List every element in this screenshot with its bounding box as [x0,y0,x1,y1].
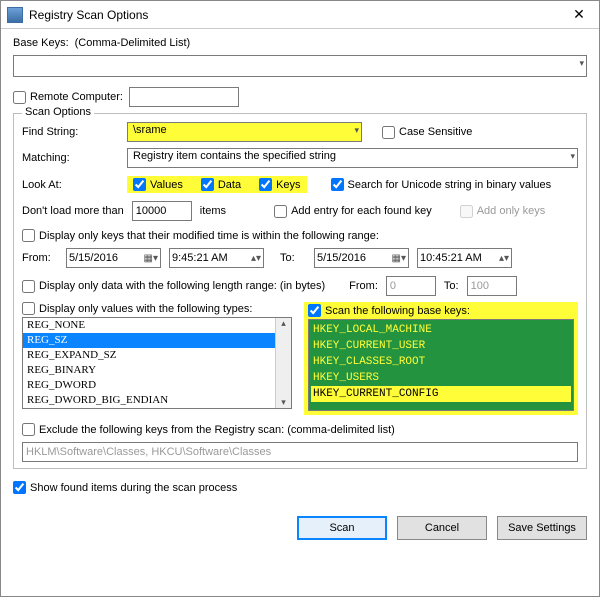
length-from-input [386,276,436,296]
chevron-down-icon: ▾ [354,125,359,136]
down-arrow-icon: ▾ [281,397,286,408]
type-filter-item[interactable]: REG_SZ [23,333,291,348]
look-at-values-checkbox[interactable]: Values [133,178,183,191]
scan-options-legend: Scan Options [22,106,94,118]
scan-options-group: Scan Options Find String: \srame ▾ Case … [13,113,587,469]
unicode-search-checkbox[interactable]: Search for Unicode string in binary valu… [331,178,552,191]
base-key-item[interactable]: HKEY_CURRENT_USER [311,338,571,354]
dont-load-input[interactable] [132,201,192,221]
length-range-checkbox[interactable]: Display only data with the following len… [22,280,325,293]
time-to-label: To: [280,252,306,264]
type-filter-list[interactable]: REG_NONEREG_SZREG_EXPAND_SZREG_BINARYREG… [22,317,292,409]
length-to-input [467,276,517,296]
type-filter-item[interactable]: REG_DWORD_BIG_ENDIAN [23,393,291,408]
base-key-item[interactable]: HKEY_USERS [311,370,571,386]
exclude-checkbox[interactable]: Exclude the following keys from the Regi… [22,423,395,436]
scan-base-keys-checkbox[interactable]: Scan the following base keys: [308,304,574,317]
exclude-input [22,442,578,462]
dont-load-suffix: items [200,205,226,217]
time-from-date[interactable]: 5/15/2016▦▾ [66,248,161,268]
type-filter-checkbox[interactable]: Display only values with the following t… [22,302,292,315]
look-at-label: Look At: [22,179,117,191]
scrollbar[interactable]: ▴▾ [275,318,291,408]
remote-computer-label: Remote Computer: [30,91,123,103]
case-sensitive-checkbox[interactable]: Case Sensitive [382,126,472,139]
show-found-checkbox[interactable]: Show found items during the scan process [13,481,237,494]
find-string-value: \srame [131,124,167,136]
type-filter-item[interactable]: REG_BINARY [23,363,291,378]
time-to-time[interactable]: 10:45:21 AM▴▾ [417,248,512,268]
chevron-down-icon: ▾ [579,58,584,69]
type-filter-item[interactable]: REG_NONE [23,318,291,333]
type-filter-item[interactable]: REG_EXPAND_SZ [23,348,291,363]
save-settings-button[interactable]: Save Settings [497,516,587,540]
base-key-item[interactable]: HKEY_LOCAL_MACHINE [311,322,571,338]
remote-computer-checkbox[interactable]: Remote Computer: [13,91,123,104]
find-string-label: Find String: [22,126,117,138]
remote-computer-input[interactable] [129,87,239,107]
unicode-search-label: Search for Unicode string in binary valu… [348,179,552,191]
find-string-combo[interactable]: \srame ▾ [127,122,362,142]
matching-combo[interactable]: Registry item contains the specified str… [127,148,578,168]
base-keys-label: Base Keys: [13,37,69,49]
app-icon [7,7,23,23]
title-bar: Registry Scan Options ✕ [1,1,599,29]
time-to-date[interactable]: 5/15/2016▦▾ [314,248,409,268]
chevron-down-icon: ▾ [570,151,575,162]
base-key-item[interactable]: HKEY_CURRENT_CONFIG [311,386,571,402]
time-from-time[interactable]: 9:45:21 AM▴▾ [169,248,264,268]
spinner-icon: ▴▾ [499,253,509,264]
add-only-keys-checkbox: Add only keys [460,205,545,218]
time-from-label: From: [22,252,58,264]
case-sensitive-label: Case Sensitive [399,126,472,138]
type-filter-item[interactable]: REG_DWORD [23,378,291,393]
look-at-keys-checkbox[interactable]: Keys [259,178,300,191]
look-at-data-checkbox[interactable]: Data [201,178,241,191]
cancel-button[interactable]: Cancel [397,516,487,540]
spinner-icon: ▴▾ [251,253,261,264]
matching-label: Matching: [22,152,117,164]
dont-load-prefix: Don't load more than [22,205,124,217]
scan-button[interactable]: Scan [297,516,387,540]
base-keys-combo[interactable]: ▾ [13,55,587,77]
calendar-icon: ▦▾ [392,253,406,264]
time-range-checkbox[interactable]: Display only keys that their modified ti… [22,229,379,242]
scan-base-keys-list[interactable]: HKEY_LOCAL_MACHINEHKEY_CURRENT_USERHKEY_… [308,319,574,411]
window-title: Registry Scan Options [29,8,559,22]
dialog-footer: Scan Cancel Save Settings [1,506,599,550]
up-arrow-icon: ▴ [281,318,286,329]
length-to-label: To: [444,280,459,292]
matching-value: Registry item contains the specified str… [131,150,336,162]
length-from-label: From: [349,280,378,292]
base-key-item[interactable]: HKEY_CLASSES_ROOT [311,354,571,370]
base-keys-hint: (Comma-Delimited List) [75,37,191,49]
close-button[interactable]: ✕ [559,1,599,29]
add-entry-checkbox[interactable]: Add entry for each found key [274,205,432,218]
calendar-icon: ▦▾ [144,253,158,264]
